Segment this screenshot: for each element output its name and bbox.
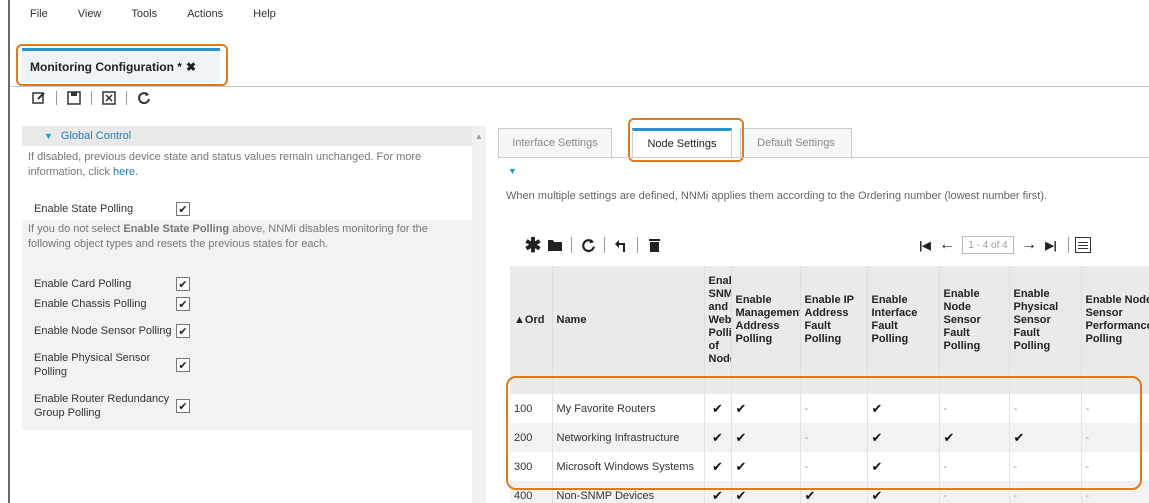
node-sensor-polling-checkbox[interactable]: ✔ xyxy=(176,324,190,338)
toolbar-separator xyxy=(1068,237,1069,253)
polling-options-block: If you do not select Enable State Pollin… xyxy=(22,220,472,430)
menu-tools[interactable]: Tools xyxy=(131,8,157,28)
tab-interface-settings[interactable]: Interface Settings xyxy=(498,128,612,158)
router-redundancy-polling-checkbox[interactable]: ✔ xyxy=(176,399,190,413)
menu-help[interactable]: Help xyxy=(253,8,276,28)
workspace-tab-title: Monitoring Configuration * xyxy=(30,59,182,74)
column-interface-fault-polling[interactable]: Enable Interface Fault Polling xyxy=(867,266,940,374)
router-redundancy-polling-label: Enable Router Redundancy Group Polling xyxy=(34,393,170,419)
collapse-icon[interactable]: ▼ xyxy=(44,131,53,141)
global-control-description: If disabled, previous device state and s… xyxy=(22,146,472,184)
card-polling-label: Enable Card Polling xyxy=(34,278,132,290)
column-ordering[interactable]: ▲Ord xyxy=(510,266,553,374)
global-control-header[interactable]: ▼ Global Control xyxy=(22,126,472,146)
menu-view[interactable]: View xyxy=(78,8,102,28)
toolbar-separator xyxy=(56,91,57,105)
page-range[interactable]: 1 - 4 of 4 xyxy=(962,236,1014,254)
close-icon[interactable]: ✖ xyxy=(186,60,196,74)
menu-actions[interactable]: Actions xyxy=(187,8,223,28)
description-bold: Enable State Polling xyxy=(123,223,230,235)
save-icon[interactable] xyxy=(63,89,85,107)
workspace-tab-highlight: Monitoring Configuration * ✖ xyxy=(16,44,228,86)
description-text: If you do not select xyxy=(28,223,121,235)
refresh-icon[interactable] xyxy=(133,89,155,107)
last-page-icon[interactable]: ▶| xyxy=(1040,235,1062,255)
toolbar-separator xyxy=(91,91,92,105)
table-menu-icon[interactable] xyxy=(1075,237,1091,253)
first-page-icon[interactable]: |◀ xyxy=(914,235,936,255)
state-polling-label: Enable State Polling xyxy=(34,203,134,215)
menu-file[interactable]: File xyxy=(30,8,48,28)
scroll-up-icon[interactable]: ▲ xyxy=(475,132,483,141)
form-toolbar xyxy=(28,88,155,108)
column-ip-address-fault-polling[interactable]: Enable IP Address Fault Polling xyxy=(800,266,868,374)
physical-sensor-polling-checkbox[interactable]: ✔ xyxy=(176,358,190,372)
workspace-tab[interactable]: Monitoring Configuration * ✖ xyxy=(22,48,220,82)
column-physical-sensor-fault-polling[interactable]: Enable Physical Sensor Fault Polling xyxy=(1009,266,1082,374)
physical-sensor-polling-row: Enable Physical Sensor Polling ✔ xyxy=(22,348,472,382)
card-polling-checkbox[interactable]: ✔ xyxy=(176,277,190,291)
state-polling-row: Enable State Polling ✔ xyxy=(22,198,472,220)
delete-icon[interactable] xyxy=(643,235,665,255)
ordering-note: When multiple settings are defined, NNMi… xyxy=(506,190,1048,202)
column-management-address-polling[interactable]: Enable Management Address Polling xyxy=(731,266,801,374)
left-panel-scrollbar[interactable] xyxy=(472,126,486,503)
state-polling-description: If you do not select Enable State Pollin… xyxy=(22,220,472,256)
toolbar-separator xyxy=(571,237,572,253)
column-name[interactable]: Name xyxy=(552,266,705,374)
edit-icon[interactable] xyxy=(28,89,50,107)
state-polling-checkbox[interactable]: ✔ xyxy=(176,202,190,216)
new-icon[interactable]: ✱ xyxy=(522,235,544,257)
router-redundancy-polling-row: Enable Router Redundancy Group Polling ✔ xyxy=(22,382,472,430)
tabs-divider xyxy=(498,157,1149,158)
table-toolbar: ✱ xyxy=(522,233,665,257)
save-close-icon[interactable] xyxy=(98,89,120,107)
column-node-sensor-fault-polling[interactable]: Enable Node Sensor Fault Polling xyxy=(939,266,1010,374)
node-sensor-polling-label: Enable Node Sensor Polling xyxy=(34,325,172,337)
column-node-sensor-performance-polling[interactable]: Enable Node Sensor Performance Polling xyxy=(1081,266,1149,374)
global-control-panel: ▼ Global Control If disabled, previous d… xyxy=(22,126,472,503)
table-header-row: ▲Ord Name Enable SNMP and Web Polling of… xyxy=(510,266,1149,374)
window-frame-edge xyxy=(8,0,10,503)
global-control-title: Global Control xyxy=(60,130,132,142)
column-snmp-web-polling[interactable]: Enable SNMP and Web Polling of Nodes xyxy=(704,266,732,374)
node-settings-highlight xyxy=(628,118,744,162)
toolbar-separator xyxy=(126,91,127,105)
open-icon[interactable] xyxy=(544,235,566,255)
next-page-icon[interactable]: → xyxy=(1018,235,1040,255)
toolbar-separator xyxy=(604,237,605,253)
collapse-icon[interactable]: ▼ xyxy=(508,166,517,176)
table-pager: |◀ ← 1 - 4 of 4 → ▶| xyxy=(914,233,1091,257)
card-polling-row: Enable Card Polling ✔ xyxy=(22,274,472,294)
rows-highlight xyxy=(506,376,1142,490)
chassis-polling-checkbox[interactable]: ✔ xyxy=(176,297,190,311)
physical-sensor-polling-label: Enable Physical Sensor Polling xyxy=(34,352,151,378)
refresh-icon[interactable] xyxy=(577,235,599,255)
tab-default-settings[interactable]: Default Settings xyxy=(740,128,852,158)
menu-bar: File View Tools Actions Help xyxy=(30,8,306,28)
chassis-polling-label: Enable Chassis Polling xyxy=(34,298,147,310)
tab-divider xyxy=(10,86,1149,87)
prev-page-icon[interactable]: ← xyxy=(936,235,958,255)
node-sensor-polling-row: Enable Node Sensor Polling ✔ xyxy=(22,314,472,348)
undo-icon[interactable] xyxy=(610,235,632,255)
description-text: If disabled, previous device state and s… xyxy=(28,151,422,178)
help-link[interactable]: here. xyxy=(113,166,138,178)
chassis-polling-row: Enable Chassis Polling ✔ xyxy=(22,294,472,314)
toolbar-separator xyxy=(637,237,638,253)
